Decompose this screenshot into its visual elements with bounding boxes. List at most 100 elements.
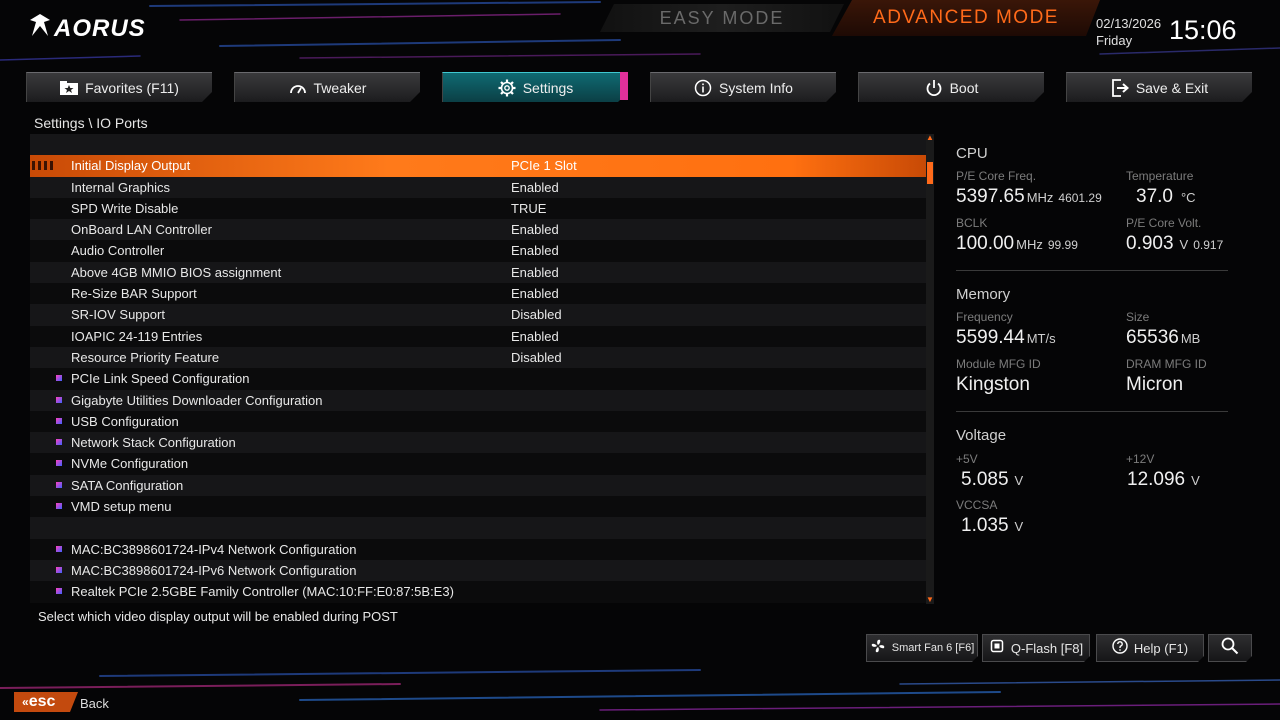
setting-value[interactable]: Disabled: [511, 347, 562, 368]
setting-value[interactable]: Enabled: [511, 177, 559, 198]
setting-value[interactable]: TRUE: [511, 198, 546, 219]
tab-label: System Info: [719, 79, 793, 96]
tab-save-exit[interactable]: Save & Exit: [1066, 72, 1252, 102]
vccsa-label: VCCSA: [956, 498, 998, 512]
tab-favorites[interactable]: Favorites (F11): [26, 72, 212, 102]
submenu-pcie-link-speed[interactable]: PCIe Link Speed Configuration: [30, 368, 926, 390]
list-spacer-row: [30, 517, 926, 539]
double-chevron-left-icon: «: [22, 695, 29, 709]
setting-resource-priority-feature[interactable]: Resource Priority Feature Disabled: [30, 346, 926, 369]
date-display: 02/13/2026 Friday: [1096, 15, 1161, 49]
core-volt-unit: V: [1179, 237, 1189, 252]
submenu-network-stack[interactable]: Network Stack Configuration: [30, 432, 926, 454]
vccsa-readout: 1.035 V: [961, 515, 1023, 537]
submenu-bullet-icon: [56, 503, 62, 510]
submenu-label: MAC:BC3898601724-IPv4 Network Configurat…: [71, 541, 357, 557]
cpu-efreq-value: 4601.29: [1058, 191, 1102, 205]
module-mfg-label: Module MFG ID: [956, 357, 1041, 371]
list-scrollbar[interactable]: ▲ ▼: [926, 134, 934, 604]
v5-unit: V: [1014, 473, 1024, 488]
star-folder-icon: [60, 81, 78, 95]
setting-internal-graphics[interactable]: Internal Graphics Enabled: [30, 176, 926, 198]
section-divider: [956, 270, 1228, 271]
submenu-bullet-icon: [56, 439, 62, 446]
vccsa-value: 1.035: [961, 515, 1009, 536]
setting-sr-iov-support[interactable]: SR-IOV Support Disabled: [30, 304, 926, 326]
setting-label: Audio Controller: [71, 243, 165, 259]
setting-value[interactable]: Enabled: [511, 219, 559, 240]
search-button[interactable]: [1208, 634, 1252, 662]
tab-boot[interactable]: Boot: [858, 72, 1044, 102]
submenu-label: PCIe Link Speed Configuration: [71, 371, 250, 387]
esc-button[interactable]: «esc: [14, 692, 78, 712]
core-volt-label: P/E Core Volt.: [1126, 216, 1202, 230]
submenu-nvme-configuration[interactable]: NVMe Configuration: [30, 453, 926, 475]
section-divider: [956, 411, 1228, 412]
submenu-label: Gigabyte Utilities Downloader Configurat…: [71, 392, 323, 408]
easy-mode-button[interactable]: EASY MODE: [600, 4, 844, 32]
submenu-gigabyte-utilities-downloader[interactable]: Gigabyte Utilities Downloader Configurat…: [30, 389, 926, 411]
mem-size-label: Size: [1126, 310, 1150, 324]
submenu-vmd-setup[interactable]: VMD setup menu: [30, 496, 926, 518]
setting-value[interactable]: Enabled: [511, 326, 559, 347]
setting-value[interactable]: PCIe 1 Slot: [511, 155, 577, 176]
scroll-down-arrow-icon[interactable]: ▼: [926, 596, 934, 604]
submenu-bullet-icon: [56, 396, 62, 403]
settings-list: Initial Display Output PCIe 1 Slot Intern…: [30, 134, 926, 604]
clock-time: 15:06: [1169, 15, 1237, 45]
setting-value[interactable]: Enabled: [511, 240, 559, 261]
list-spacer-row: [30, 134, 926, 156]
setting-value[interactable]: Enabled: [511, 262, 559, 283]
help-icon: [1112, 638, 1128, 659]
submenu-usb-configuration[interactable]: USB Configuration: [30, 410, 926, 433]
aorus-logo: AORUS: [30, 14, 146, 43]
mem-size-readout: 65536 MB: [1126, 327, 1200, 349]
setting-initial-display-output[interactable]: Initial Display Output PCIe 1 Slot: [30, 155, 926, 177]
setting-spd-write-disable[interactable]: SPD Write Disable TRUE: [30, 197, 926, 220]
chip-icon: [989, 638, 1005, 659]
setting-label: Resource Priority Feature: [71, 349, 220, 365]
setting-onboard-lan-controller[interactable]: OnBoard LAN Controller Enabled: [30, 219, 926, 241]
tab-system-info[interactable]: System Info: [650, 72, 836, 102]
setting-audio-controller[interactable]: Audio Controller Enabled: [30, 240, 926, 262]
setting-ioapic-entries[interactable]: IOAPIC 24-119 Entries Enabled: [30, 325, 926, 347]
module-mfg-value: Kingston: [956, 374, 1030, 395]
bclk-unit: MHz: [1016, 237, 1043, 252]
cpu-temp-value: 37.0: [1136, 186, 1173, 207]
submenu-label: SATA Configuration: [71, 477, 184, 493]
setting-value[interactable]: Enabled: [511, 283, 559, 304]
setting-resize-bar-support[interactable]: Re-Size BAR Support Enabled: [30, 283, 926, 305]
bclk-value: 100.00: [956, 233, 1015, 254]
active-tab-accent: [620, 72, 628, 100]
tab-tweaker[interactable]: Tweaker: [234, 72, 420, 102]
qflash-button[interactable]: Q-Flash [F8]: [982, 634, 1090, 662]
gear-icon: [498, 79, 516, 97]
cpu-temp-readout: 37.0 °C: [1136, 186, 1196, 208]
submenu-bullet-icon: [56, 417, 62, 424]
submenu-ipv6-network[interactable]: MAC:BC3898601724-IPv6 Network Configurat…: [30, 559, 926, 582]
mem-freq-label: Frequency: [956, 310, 1013, 324]
help-button[interactable]: Help (F1): [1096, 634, 1204, 662]
submenu-realtek-controller[interactable]: Realtek PCIe 2.5GBE Family Controller (M…: [30, 581, 926, 603]
setting-value[interactable]: Disabled: [511, 304, 562, 325]
memory-section-title: Memory: [956, 286, 1011, 303]
smart-fan-button[interactable]: Smart Fan 6 [F6]: [866, 634, 978, 662]
v5-value: 5.085: [961, 469, 1009, 490]
submenu-bullet-icon: [56, 375, 62, 382]
submenu-label: VMD setup menu: [71, 499, 172, 515]
submenu-label: MAC:BC3898601724-IPv6 Network Configurat…: [71, 562, 357, 578]
setting-label: OnBoard LAN Controller: [71, 222, 212, 238]
cpu-freq-readout: 5397.65 MHz 4601.29: [956, 186, 1102, 208]
vccsa-unit: V: [1014, 519, 1024, 534]
scroll-up-arrow-icon[interactable]: ▲: [926, 134, 934, 142]
scrollbar-thumb[interactable]: [927, 162, 933, 184]
submenu-bullet-icon: [56, 545, 62, 552]
submenu-sata-configuration[interactable]: SATA Configuration: [30, 474, 926, 497]
setting-above-4gb-mmio[interactable]: Above 4GB MMIO BIOS assignment Enabled: [30, 261, 926, 284]
mem-size-unit: MB: [1180, 331, 1201, 346]
qflash-label: Q-Flash [F8]: [1010, 640, 1084, 656]
advanced-mode-button[interactable]: ADVANCED MODE: [832, 0, 1100, 36]
submenu-ipv4-network[interactable]: MAC:BC3898601724-IPv4 Network Configurat…: [30, 538, 926, 560]
tab-settings[interactable]: Settings: [442, 72, 628, 102]
setting-label: Internal Graphics: [71, 179, 170, 195]
